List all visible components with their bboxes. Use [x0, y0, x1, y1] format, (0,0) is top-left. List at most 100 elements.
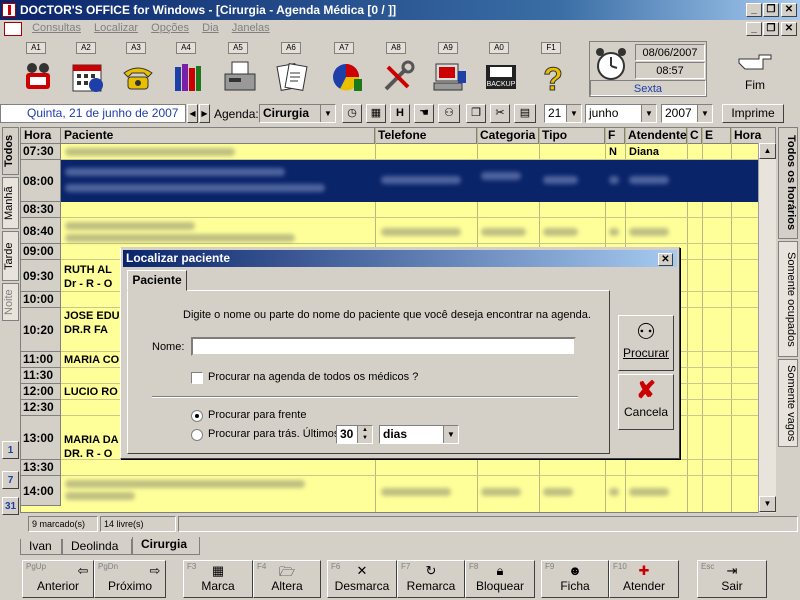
- print-button[interactable]: Imprime: [722, 104, 784, 123]
- time-cell[interactable]: 12:30: [21, 400, 61, 416]
- computer-icon[interactable]: [428, 55, 472, 99]
- binoculars-button[interactable]: ⚇: [438, 104, 460, 123]
- minimize-button[interactable]: _: [746, 3, 762, 17]
- tab-ivan[interactable]: Ivan: [20, 539, 62, 555]
- days-unit-select[interactable]: dias ▼: [379, 425, 459, 444]
- doc-icon[interactable]: [4, 22, 22, 36]
- exit-button[interactable]: Fim: [728, 45, 782, 97]
- time-cell[interactable]: 07:30: [21, 144, 61, 160]
- search-back-radio[interactable]: [191, 429, 203, 441]
- copy-button[interactable]: ❐: [466, 104, 486, 123]
- col-atendente[interactable]: Atendente: [625, 128, 687, 144]
- col-e[interactable]: E: [702, 128, 731, 144]
- procurar-button[interactable]: ⚇ Procurar: [618, 315, 674, 371]
- dialog-title-bar[interactable]: Localizar paciente ✕: [123, 250, 677, 267]
- calendar-button[interactable]: ▦: [366, 104, 386, 123]
- all-doctors-checkbox[interactable]: [191, 372, 203, 384]
- vertical-scrollbar[interactable]: ▲ ▼: [758, 143, 776, 513]
- ficha-button[interactable]: F9 ☻ Ficha: [541, 560, 609, 598]
- scroll-up-icon[interactable]: ▲: [759, 143, 776, 159]
- tools-icon[interactable]: [376, 55, 420, 99]
- col-hora[interactable]: Hora: [21, 128, 61, 144]
- fax-icon[interactable]: [218, 55, 262, 99]
- documents-icon[interactable]: [271, 55, 315, 99]
- col-tipo[interactable]: Tipo: [539, 128, 605, 144]
- remarca-button[interactable]: F7 ↻ Remarca: [397, 560, 465, 598]
- phone-people-icon[interactable]: [16, 55, 60, 99]
- books-icon[interactable]: [166, 55, 210, 99]
- menu-janelas[interactable]: Janelas: [227, 20, 275, 36]
- col-telefone[interactable]: Telefone: [375, 128, 477, 144]
- search-forward-radio[interactable]: [191, 410, 203, 422]
- time-cell[interactable]: 08:00: [21, 160, 61, 202]
- menu-localizar[interactable]: Localizar: [89, 20, 143, 36]
- telephone-icon[interactable]: [116, 55, 160, 99]
- pie-chart-icon[interactable]: [324, 55, 368, 99]
- anterior-button[interactable]: PgUp ⇦ Anterior: [22, 560, 94, 598]
- prev-day-button[interactable]: ◀: [187, 104, 198, 123]
- desmarca-button[interactable]: F6 ✕ Desmarca: [327, 560, 397, 598]
- calendar-month-icon[interactable]: 31: [2, 497, 19, 515]
- dialog-close-icon[interactable]: ✕: [658, 253, 673, 266]
- time-cell[interactable]: 09:30: [21, 260, 61, 292]
- proximo-button[interactable]: PgDn ⇨ Próximo: [94, 560, 166, 598]
- scroll-down-icon[interactable]: ▼: [759, 496, 776, 512]
- tab-todos[interactable]: Todos: [2, 127, 19, 175]
- window-title-bar[interactable]: DOCTOR'S OFFICE for Windows - [Cirurgia …: [0, 0, 800, 20]
- tab-noite[interactable]: Noite: [2, 283, 19, 321]
- month-select[interactable]: junho ▼: [585, 104, 657, 123]
- tab-deolinda[interactable]: Deolinda: [62, 539, 132, 555]
- time-cell[interactable]: 11:30: [21, 368, 61, 384]
- child-restore-button[interactable]: ❐: [763, 22, 779, 36]
- cut-button[interactable]: ✂: [490, 104, 510, 123]
- tab-manha[interactable]: Manhã: [2, 177, 19, 229]
- clock-button[interactable]: ◷: [342, 104, 362, 123]
- time-cell[interactable]: 11:00: [21, 352, 61, 368]
- backup-icon[interactable]: BACKUP: [479, 55, 523, 99]
- calendar-clock-icon[interactable]: [66, 55, 110, 99]
- marca-button[interactable]: F3 ▦ Marca: [183, 560, 253, 598]
- col-hora-2[interactable]: Hora: [731, 128, 775, 144]
- close-button[interactable]: ✕: [781, 3, 797, 17]
- restore-button[interactable]: ❐: [763, 3, 779, 17]
- col-c[interactable]: C: [687, 128, 702, 144]
- time-cell[interactable]: 13:30: [21, 460, 61, 476]
- tab-somente-ocupados[interactable]: Somente ocupados: [778, 241, 798, 357]
- tab-tarde[interactable]: Tarde: [2, 231, 19, 281]
- day-select[interactable]: 21 ▼: [544, 104, 582, 123]
- col-categoria[interactable]: Categoria: [477, 128, 539, 144]
- time-cell[interactable]: 10:20: [21, 308, 61, 352]
- time-cell[interactable]: 14:00: [21, 476, 61, 506]
- time-cell[interactable]: 12:00: [21, 384, 61, 400]
- calendar-day-icon[interactable]: 1: [2, 441, 19, 459]
- child-minimize-button[interactable]: _: [746, 22, 762, 36]
- tab-somente-vagos[interactable]: Somente vagos: [778, 359, 798, 447]
- app-icon[interactable]: [2, 3, 16, 17]
- cancela-button[interactable]: ✘ Cancela: [618, 374, 674, 430]
- atender-button[interactable]: F10 ✚ Atender: [609, 560, 679, 598]
- time-cell[interactable]: 08:30: [21, 202, 61, 218]
- sair-button[interactable]: Esc ⇥ Sair: [697, 560, 767, 598]
- col-paciente[interactable]: Paciente: [61, 128, 375, 144]
- time-cell[interactable]: 09:00: [21, 244, 61, 260]
- menu-consultas[interactable]: Consultas: [27, 20, 86, 36]
- hand-button[interactable]: ☚: [414, 104, 434, 123]
- menu-opcoes[interactable]: Opções: [146, 20, 194, 36]
- bloquear-button[interactable]: F8 🔒︎ Bloquear: [465, 560, 535, 598]
- paste-button[interactable]: ▤: [514, 104, 536, 123]
- agenda-select[interactable]: Cirurgia ▼: [259, 104, 336, 123]
- name-input[interactable]: [191, 337, 576, 356]
- tab-cirurgia[interactable]: Cirurgia: [132, 537, 200, 555]
- days-stepper[interactable]: 30 ▲ ▼: [336, 425, 373, 444]
- tab-paciente[interactable]: Paciente: [127, 270, 187, 291]
- menu-dia[interactable]: Dia: [197, 20, 224, 36]
- altera-button[interactable]: F4 🗁 Altera: [253, 560, 321, 598]
- time-cell[interactable]: 13:00: [21, 416, 61, 460]
- calendar-week-icon[interactable]: 7: [2, 471, 19, 489]
- help-icon[interactable]: ?: [531, 55, 575, 99]
- next-day-button[interactable]: ▶: [199, 104, 210, 123]
- col-f[interactable]: F: [605, 128, 625, 144]
- time-cell[interactable]: 08:40: [21, 218, 61, 244]
- tab-todos-horarios[interactable]: Todos os horários: [778, 127, 798, 239]
- stepper-arrows-icon[interactable]: ▲ ▼: [357, 426, 372, 443]
